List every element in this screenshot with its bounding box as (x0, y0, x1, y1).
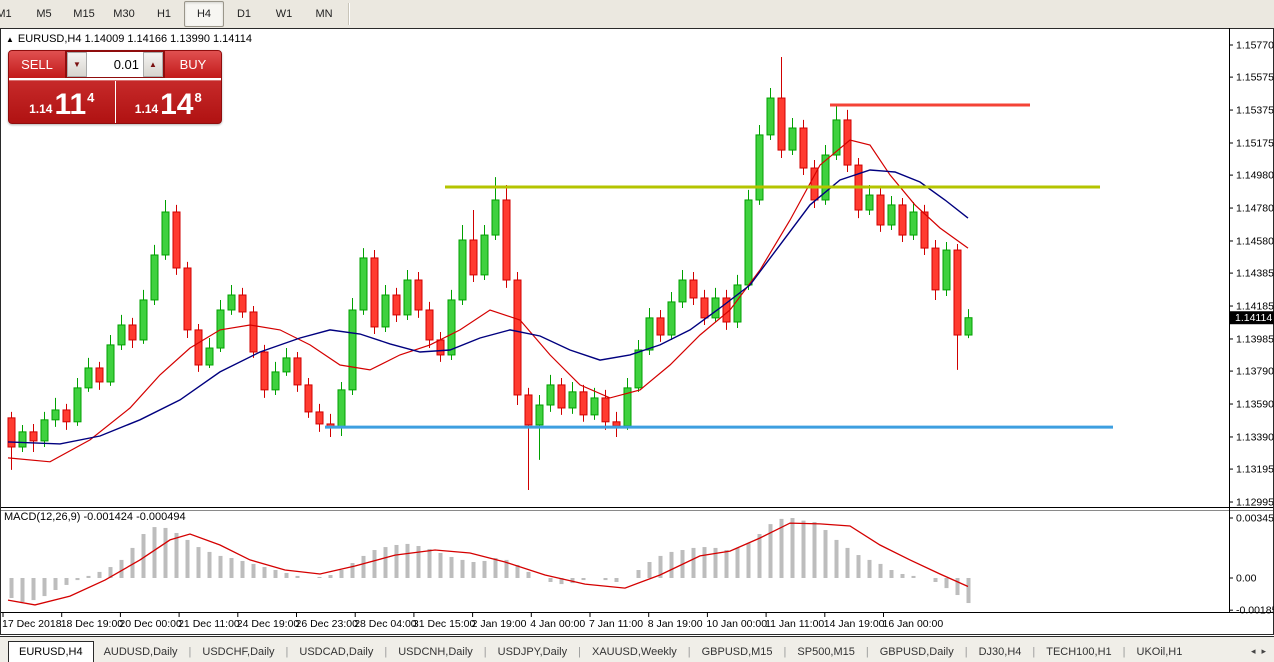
chart-tab-audusd[interactable]: AUDUSD,Daily (94, 643, 188, 662)
svg-text:31 Dec 15:00: 31 Dec 15:00 (413, 618, 476, 630)
sell-price-pips: 11 (54, 91, 86, 119)
svg-text:1.13590: 1.13590 (1236, 399, 1274, 411)
svg-text:21 Dec 11:00: 21 Dec 11:00 (178, 618, 240, 630)
lot-increase-button[interactable]: ▲ (143, 52, 163, 77)
buy-button[interactable]: BUY (164, 51, 221, 78)
svg-text:16 Jan 00:00: 16 Jan 00:00 (883, 618, 944, 630)
svg-text:18 Dec 19:00: 18 Dec 19:00 (61, 618, 124, 630)
svg-text:1.13390: 1.13390 (1236, 431, 1274, 443)
svg-text:1.14185: 1.14185 (1236, 301, 1274, 313)
timeframe-button-d1[interactable]: D1 (224, 1, 264, 27)
tabs-scroll-right-icon[interactable]: ▸ (1261, 646, 1266, 657)
collapse-triangle-icon[interactable]: ▲ (6, 35, 14, 44)
sell-price-prefix: 1.14 (29, 102, 52, 116)
chart-tab-sp500[interactable]: SP500,M15 (787, 643, 864, 662)
svg-text:14 Jan 19:00: 14 Jan 19:00 (824, 618, 885, 630)
timeframe-button-mn[interactable]: MN (304, 1, 344, 27)
chart-tab-gbpusd[interactable]: GBPUSD,Daily (870, 643, 964, 662)
timeframe-button-m15[interactable]: M15 (64, 1, 104, 27)
svg-text:26 Dec 23:00: 26 Dec 23:00 (296, 618, 359, 630)
chart-window: 1.157701.155751.153751.151751.149801.147… (0, 28, 1274, 636)
sell-price-point: 4 (87, 90, 94, 105)
svg-text:-0.001851: -0.001851 (1236, 605, 1274, 617)
chart-tab-usdcad[interactable]: USDCAD,Daily (289, 643, 383, 662)
svg-text:0.00: 0.00 (1236, 573, 1257, 585)
svg-text:1.14385: 1.14385 (1236, 268, 1274, 280)
chart-tab-gbpusd[interactable]: GBPUSD,M15 (692, 643, 783, 662)
svg-text:8 Jan 19:00: 8 Jan 19:00 (648, 618, 703, 630)
svg-text:1.15175: 1.15175 (1236, 137, 1274, 149)
lot-size-input[interactable]: 0.01 (87, 52, 143, 77)
svg-text:1.14780: 1.14780 (1236, 203, 1274, 215)
macd-indicator-label: MACD(12,26,9) -0.001424 -0.000494 (4, 511, 186, 523)
lot-size-box: ▼ 0.01 ▲ (66, 51, 164, 78)
svg-text:28 Dec 04:00: 28 Dec 04:00 (354, 618, 417, 630)
buy-price-panel[interactable]: 1.14 14 8 (116, 81, 222, 123)
svg-text:4 Jan 00:00: 4 Jan 00:00 (530, 618, 585, 630)
svg-text:1.13790: 1.13790 (1236, 366, 1274, 378)
chart-tab-xauusd[interactable]: XAUUSD,Weekly (582, 643, 687, 662)
toolbar-separator (348, 3, 350, 25)
svg-text:1.14114: 1.14114 (1235, 312, 1272, 324)
chart-tab-eurusd[interactable]: EURUSD,H4 (8, 641, 94, 662)
timeframe-button-h4[interactable]: H4 (184, 1, 224, 27)
timeframe-toolbar: M1M5M15M30H1H4D1W1MN (0, 0, 1274, 29)
chart-tab-usdjpy[interactable]: USDJPY,Daily (488, 643, 578, 662)
svg-text:17 Dec 2018: 17 Dec 2018 (2, 618, 62, 630)
svg-text:1.14580: 1.14580 (1236, 235, 1274, 247)
chart-tab-usdchf[interactable]: USDCHF,Daily (192, 643, 284, 662)
chart-title: ▲ EURUSD,H4 1.14009 1.14166 1.13990 1.14… (6, 33, 252, 45)
svg-text:1.14980: 1.14980 (1236, 170, 1274, 182)
svg-text:11 Jan 11:00: 11 Jan 11:00 (765, 618, 824, 630)
svg-text:24 Dec 19:00: 24 Dec 19:00 (237, 618, 300, 630)
timeframe-buttons: M1M5M15M30H1H4D1W1MN (0, 0, 344, 28)
timeframe-button-m1[interactable]: M1 (0, 1, 24, 27)
timeframe-button-m30[interactable]: M30 (104, 1, 144, 27)
one-click-trading-widget: SELL ▼ 0.01 ▲ BUY 1.14 11 4 1.14 14 8 (8, 50, 222, 124)
lot-decrease-button[interactable]: ▼ (67, 52, 87, 77)
svg-text:1.15770: 1.15770 (1236, 40, 1274, 52)
svg-text:20 Dec 00:00: 20 Dec 00:00 (119, 618, 182, 630)
chart-title-text: EURUSD,H4 1.14009 1.14166 1.13990 1.1411… (18, 33, 252, 45)
svg-text:2 Jan 19:00: 2 Jan 19:00 (472, 618, 527, 630)
timeframe-button-m5[interactable]: M5 (24, 1, 64, 27)
buy-price-point: 8 (195, 90, 202, 105)
sell-price-panel[interactable]: 1.14 11 4 (9, 81, 116, 123)
svg-text:1.15375: 1.15375 (1236, 105, 1274, 117)
svg-text:1.13195: 1.13195 (1236, 464, 1274, 476)
chart-tab-tech100[interactable]: TECH100,H1 (1036, 643, 1121, 662)
timeframe-button-w1[interactable]: W1 (264, 1, 304, 27)
buy-price-prefix: 1.14 (135, 102, 158, 116)
svg-text:10 Jan 00:00: 10 Jan 00:00 (706, 618, 767, 630)
buy-price-pips: 14 (160, 91, 193, 119)
chart-tab-ukoil[interactable]: UKOil,H1 (1127, 643, 1193, 662)
chart-tab-usdcnh[interactable]: USDCNH,Daily (388, 643, 483, 662)
symbol-tab-bar: EURUSD,H4AUDUSD,Daily|USDCHF,Daily|USDCA… (0, 636, 1274, 662)
svg-text:0.003452: 0.003452 (1236, 512, 1274, 524)
tabs-scroll-left-icon[interactable]: ◂ (1251, 646, 1256, 657)
svg-text:7 Jan 11:00: 7 Jan 11:00 (589, 618, 643, 630)
chart-tab-dj30[interactable]: DJ30,H4 (969, 643, 1032, 662)
svg-text:1.12995: 1.12995 (1236, 497, 1274, 509)
sell-button[interactable]: SELL (9, 51, 66, 78)
timeframe-button-h1[interactable]: H1 (144, 1, 184, 27)
svg-text:1.15575: 1.15575 (1236, 72, 1274, 84)
svg-text:1.13985: 1.13985 (1236, 333, 1274, 345)
